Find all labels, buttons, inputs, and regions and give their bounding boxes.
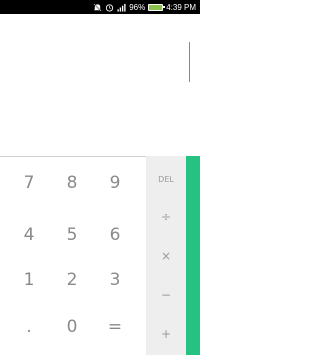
status-bar: 96% 4:39 PM: [0, 0, 200, 14]
delete-button[interactable]: DEL: [146, 161, 186, 197]
digit-2-button[interactable]: 2: [50, 260, 94, 300]
digit-4-button[interactable]: 4: [7, 215, 51, 255]
digit-6-button[interactable]: 6: [93, 215, 137, 255]
digit-1-button[interactable]: 1: [7, 260, 51, 300]
battery-icon: [148, 3, 166, 11]
signal-icon: [117, 3, 126, 12]
divide-button[interactable]: ÷: [146, 199, 186, 235]
digit-8-button[interactable]: 8: [50, 163, 94, 203]
multiply-button[interactable]: ×: [146, 238, 186, 274]
digit-3-button[interactable]: 3: [93, 260, 137, 300]
digit-0-button[interactable]: 0: [50, 307, 94, 347]
equals-button[interactable]: =: [93, 307, 137, 347]
digit-5-button[interactable]: 5: [50, 215, 94, 255]
numeric-keypad: 7 8 9 4 5 6 1 2 3 . 0 =: [0, 156, 146, 355]
mute-icon: [93, 3, 102, 12]
advanced-panel-handle[interactable]: [186, 156, 200, 355]
formula-input[interactable]: [16, 42, 190, 84]
text-cursor: [189, 42, 190, 82]
clock: 4:39 PM: [166, 2, 196, 12]
decimal-point-button[interactable]: .: [7, 307, 51, 347]
digit-9-button[interactable]: 9: [93, 163, 137, 203]
operator-panel: DEL ÷ × − +: [146, 156, 186, 355]
digit-7-button[interactable]: 7: [7, 163, 51, 203]
alarm-icon: [105, 3, 114, 12]
minus-button[interactable]: −: [146, 277, 186, 313]
battery-percent: 96%: [129, 2, 146, 12]
plus-button[interactable]: +: [146, 316, 186, 352]
calculator-display[interactable]: [0, 14, 200, 156]
